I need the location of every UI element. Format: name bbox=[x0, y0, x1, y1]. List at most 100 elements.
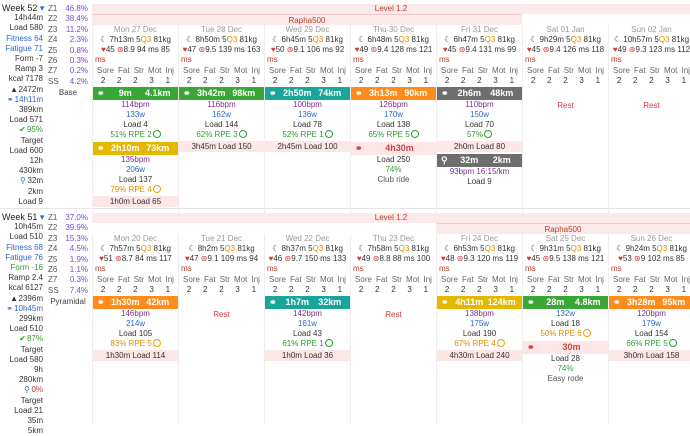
resting-hr: 49 bbox=[359, 45, 369, 54]
ms-unit: ms bbox=[611, 264, 622, 273]
plan-name-bar[interactable]: Rapha500 bbox=[436, 223, 690, 234]
activity-distance: 73km bbox=[146, 143, 170, 153]
activity-bar[interactable]: ⚭ 9m 4.1km bbox=[93, 87, 178, 100]
activity-stat: Load 70 bbox=[465, 120, 494, 129]
activity-bar[interactable]: ⚭ 4h11m 124km bbox=[437, 296, 522, 309]
zone-percent: 1.9% bbox=[69, 254, 88, 264]
chevron-down-icon[interactable]: ▾ bbox=[37, 3, 45, 13]
day-cell[interactable]: Mon 20 Dec ☾ 7h57m 5Q3 81kg ♥51 ⊛8.7 84 ms… bbox=[92, 234, 178, 424]
day-cell[interactable]: Thu 30 Dec ☾ 6h48m 5Q3 81kg ♥49 ⊛9.4 128 m… bbox=[350, 25, 436, 215]
hrv-ms: 126 ms 118 bbox=[562, 45, 605, 54]
weight: 81kg bbox=[583, 35, 601, 44]
activity-duration: 3h28m bbox=[626, 297, 656, 307]
summary-fitness: Fitness 64 bbox=[0, 34, 43, 44]
summary-value: 2396m bbox=[18, 293, 43, 303]
wellness-label: Mot bbox=[148, 66, 162, 75]
activity-duration: 4h11m bbox=[455, 297, 484, 307]
moon-icon: ☾ bbox=[358, 244, 368, 253]
activity-bar[interactable]: ⚭ 2h50m 74km bbox=[265, 87, 350, 100]
zone-label: Z4 bbox=[48, 35, 58, 45]
activity-bar[interactable]: ⚭ 3h28m 95km bbox=[609, 296, 690, 309]
planned-workout[interactable]: 4h30m Load 240 bbox=[437, 350, 522, 361]
day-cell[interactable]: Sun 02 Jan ☾ 10h57m 5Q3 81kg ♥49 ⊛9.3 123 … bbox=[608, 25, 690, 215]
sleep-metrics: ☾ 8h37m 5Q3 81kg bbox=[265, 244, 350, 254]
activity-distance: 32km bbox=[318, 297, 342, 307]
planned-workout[interactable]: 1h0m Load 65 bbox=[93, 196, 178, 207]
activity-bar[interactable]: ⚭ 3h13m 90km bbox=[351, 87, 436, 100]
zone-label: Z3 bbox=[48, 233, 58, 243]
moon-icon: ☾ bbox=[188, 244, 198, 253]
week-title[interactable]: Week 52 ▾ bbox=[0, 3, 45, 13]
sleep-metrics: ☾ 9h29m 5Q3 81kg bbox=[523, 35, 608, 45]
sleep-quality: Q3 bbox=[140, 35, 152, 44]
zone-label: Z5 bbox=[48, 254, 58, 264]
resting-hr: 45 bbox=[447, 45, 457, 54]
hr-metrics: ♥45 ⊛9.4 131 ms 99 bbox=[437, 45, 522, 55]
bike-icon: ⚭ bbox=[269, 297, 277, 307]
zone-percent: 4.5% bbox=[69, 244, 88, 254]
wellness-values: 2 2 2 3 1 bbox=[609, 76, 690, 85]
planned-bar[interactable]: ⚭ 30m bbox=[523, 341, 608, 354]
activity-bar[interactable]: ⚭ 2h6m 48km bbox=[437, 87, 522, 100]
summary-value: 5km bbox=[27, 426, 43, 436]
day-cell[interactable]: Sat 25 Dec ☾ 9h31m 5Q3 81kg ♥45 ⊛9.5 138 m… bbox=[522, 234, 608, 424]
summary-value: Target bbox=[20, 395, 43, 405]
chevron-down-icon[interactable]: ▾ bbox=[37, 212, 45, 222]
activity-bar[interactable]: ⚭ 1h30m 42km bbox=[93, 296, 178, 309]
day-cell[interactable]: Mon 27 Dec ☾ 7h13m 5Q3 81kg ♥45 ⊛8.9 94 ms… bbox=[92, 25, 178, 215]
summary-value: Fitness 68 bbox=[6, 242, 43, 252]
wellness-label: Inj bbox=[681, 66, 690, 75]
summary-run-km: 5km bbox=[0, 426, 43, 436]
wellness-value: 2 bbox=[375, 76, 380, 85]
planned-workout[interactable]: 3h45m Load 150 bbox=[179, 141, 264, 152]
week-title[interactable]: Week 51 ▾ bbox=[0, 212, 45, 222]
ms-unit: ms bbox=[611, 55, 622, 64]
day-cell[interactable]: Fri 31 Dec ☾ 6h47m 5Q3 81kg ♥45 ⊛9.4 131 m… bbox=[436, 25, 522, 215]
activity-bar[interactable]: ⚭ 1h7m 32km bbox=[265, 296, 350, 309]
resting-hr: 50 bbox=[275, 45, 285, 54]
day-cell[interactable]: Sat 01 Jan ☾ 9h29m 5Q3 81kg ♥45 ⊛9.4 126 m… bbox=[522, 25, 608, 215]
planned-bar[interactable]: ⚭ 4h30m bbox=[351, 142, 436, 155]
activity-bar[interactable]: ⚭ 3h42m 98km bbox=[179, 87, 264, 100]
wellness-value: 2 bbox=[305, 285, 310, 294]
planned-workout[interactable]: 3h0m Load 158 bbox=[609, 350, 690, 361]
summary-value: 10h45m bbox=[14, 303, 43, 313]
activity-bar[interactable]: ⚭ 28m 4.8km bbox=[523, 296, 608, 309]
planned-workout[interactable]: 1h0m Load 36 bbox=[265, 350, 350, 361]
activity-stat: 133w bbox=[125, 110, 146, 119]
day-cell[interactable]: Tue 21 Dec ☾ 8h2m 5Q3 81kg ♥47 ⊛9.1 109 ms… bbox=[178, 234, 264, 424]
plan-level-bar[interactable]: Level 1.2 bbox=[92, 213, 690, 223]
weight: 81kg bbox=[239, 35, 257, 44]
ms-unit: ms bbox=[525, 264, 536, 273]
hrv-ms: 120 ms 119 bbox=[476, 254, 519, 263]
activity-bar[interactable]: ⚭ 2h10m 73km bbox=[93, 142, 178, 155]
hrv-ms: 88 ms 100 bbox=[392, 254, 431, 263]
planned-workout[interactable]: 2h0m Load 80 bbox=[437, 141, 522, 152]
activity-stat: 79% RPE 4 bbox=[93, 185, 178, 195]
run-bar[interactable]: ⚲ 32m 2km bbox=[437, 154, 522, 167]
activity-stat: Load 78 bbox=[293, 120, 322, 129]
sleep-text: 10h57m 5 bbox=[623, 35, 659, 44]
sleep-metrics: ☾ 6h48m 5Q3 81kg bbox=[351, 35, 436, 45]
hr-metrics: ♥45 ⊛8.9 94 ms 85 bbox=[93, 45, 178, 55]
wellness-value: 2 bbox=[289, 76, 294, 85]
day-cell[interactable]: Wed 22 Dec ☾ 8h37m 5Q3 81kg ♥46 ⊛9.7 150 m… bbox=[264, 234, 350, 424]
day-date: Sun 26 Dec bbox=[630, 234, 673, 243]
day-cell[interactable]: Thu 23 Dec ☾ 7h58m 5Q3 81kg ♥49 ⊛8.8 88 ms… bbox=[350, 234, 436, 424]
wellness-values: 2 2 2 3 1 bbox=[523, 76, 608, 85]
activity-stat: Load 144 bbox=[204, 120, 239, 129]
plan-level-bar[interactable]: Level 1.2 bbox=[92, 4, 690, 14]
day-cell[interactable]: Tue 28 Dec ☾ 8h50m 5Q3 81kg ♥47 ⊛9.5 139 m… bbox=[178, 25, 264, 215]
plan-name-bar[interactable]: Rapha500 bbox=[92, 14, 522, 25]
planned-workout[interactable]: 2h45m Load 100 bbox=[265, 141, 350, 152]
planned-workout[interactable]: 1h30m Load 114 bbox=[93, 350, 178, 361]
check-icon: ✔ bbox=[19, 334, 26, 344]
wellness-label: Mot bbox=[320, 66, 334, 75]
day-cell[interactable]: Sun 26 Dec ☾ 9h24m 5Q3 81kg ♥53 ⊛9 102 ms … bbox=[608, 234, 690, 424]
day-cell[interactable]: Wed 29 Dec ☾ 6h45m 5Q3 81kg ♥50 ⊛9.1 106 m… bbox=[264, 25, 350, 215]
wellness-values: 2 2 2 3 1 bbox=[179, 285, 264, 294]
wellness-value: 2 bbox=[530, 76, 536, 85]
hr-metrics: ♥49 ⊛8.8 88 ms 100 bbox=[351, 254, 436, 264]
day-cell[interactable]: Fri 24 Dec ☾ 6h53m 5Q3 81kg ♥48 ⊛9.3 120 m… bbox=[436, 234, 522, 424]
wellness-label: Fat bbox=[118, 275, 130, 284]
